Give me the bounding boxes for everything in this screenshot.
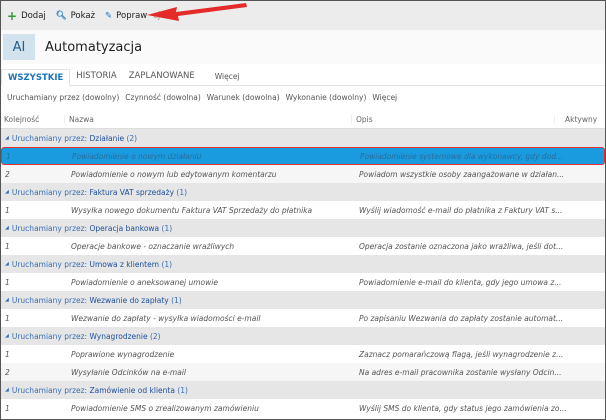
collapse-triangle-icon[interactable]: ◢ <box>5 135 9 141</box>
group-header[interactable]: ◢ Uruchamiany przez: Operacja bankowa (1) <box>1 219 605 237</box>
page-title: Automatyzacja <box>45 39 143 55</box>
show-button[interactable]: 🔍︎ Pokaż <box>56 11 95 21</box>
filter-bar: Uruchamiany przez (dowolny) Czynność (do… <box>1 86 605 108</box>
group-prefix: Uruchamiany przez: <box>11 295 88 305</box>
row-description: Po zapisaniu Wezwania do zapłaty zostani… <box>359 313 564 323</box>
group-prefix: Uruchamiany przez: <box>11 385 88 395</box>
row-name: Powiadomienie o nowym lub edytowanym kom… <box>71 169 277 179</box>
module-badge: AI <box>3 34 35 60</box>
filter-execution[interactable]: Wykonanie (dowolny) <box>286 93 367 102</box>
table-row[interactable]: 2 Powiadomienie o nowym lub edytowanym ko… <box>1 165 605 183</box>
collapse-triangle-icon[interactable]: ◢ <box>5 261 9 267</box>
group-header[interactable]: ◢ Uruchamiany przez: Działanie (2) <box>1 129 605 147</box>
group-name: Faktura VAT sprzedaży <box>89 187 175 197</box>
row-description: Zaznacz pomarańczową flagą, jeśli wynagr… <box>359 349 564 359</box>
plus-icon: + <box>7 8 18 23</box>
group-prefix: Uruchamiany przez: <box>11 187 88 197</box>
tab-history[interactable]: HISTORIA <box>70 68 122 85</box>
group-header[interactable]: ◢ Uruchamiany przez: Zamówienie od klient… <box>1 381 605 399</box>
row-description: Powiadomienie e-mail do klienta, gdy jeg… <box>359 277 562 287</box>
row-description: Operacja zostanie oznaczona jako wrażliw… <box>359 241 564 251</box>
collapse-triangle-icon[interactable]: ◢ <box>5 189 9 195</box>
table-row[interactable]: 1 Operacje bankowe - oznaczanie wrażliwyc… <box>1 237 605 255</box>
col-name[interactable]: Nazwa <box>64 115 351 124</box>
actions-button[interactable]: cje <box>153 11 165 21</box>
page-header: AI Automatyzacja <box>1 30 605 64</box>
tabs: WSZYSTKIE HISTORIA ZAPLANOWANE Więcej <box>1 68 605 86</box>
edit-button[interactable]: ✎ Popraw <box>105 11 147 21</box>
tab-scheduled[interactable]: ZAPLANOWANE <box>123 68 201 85</box>
row-description: Wyślij wiadomość e-mail do płatnika z Fa… <box>359 205 563 215</box>
row-description: Powiadom wszystkie osoby zaangażowane w … <box>359 169 565 179</box>
group-name: Zamówienie od klienta <box>89 385 175 395</box>
row-description: Powiadomienie systemowe dla wykonawcy, g… <box>360 151 564 161</box>
collapse-triangle-icon[interactable]: ◢ <box>5 297 9 303</box>
group-header[interactable]: ◢ Uruchamiany przez: Wynagrodzenie (2) <box>1 327 605 345</box>
filter-triggered-by[interactable]: Uruchamiany przez (dowolny) <box>7 93 119 102</box>
group-name: Działanie <box>89 133 125 143</box>
row-name: Wysyłka nowego dokumentu Faktura VAT Spr… <box>71 205 313 215</box>
table-row[interactable]: 1 Powiadomienie o nowym działaniu Powiadom… <box>1 147 605 165</box>
filter-action[interactable]: Czynność (dowolna) <box>125 93 200 102</box>
table-row[interactable]: 1 Poprawione wynagrodzenie Zaznacz pomarań… <box>1 345 605 363</box>
filter-condition[interactable]: Warunek (dowolna) <box>207 93 280 102</box>
group-count: (1) <box>171 295 182 305</box>
group-count: (1) <box>161 259 173 269</box>
collapse-triangle-icon[interactable]: ◢ <box>5 225 9 231</box>
tab-all[interactable]: WSZYSTKIE <box>1 69 71 86</box>
col-order[interactable]: Kolejność <box>1 115 64 124</box>
group-prefix: Uruchamiany przez: <box>11 259 88 269</box>
table-header: Kolejność Nazwa Opis Aktywny <box>1 111 605 129</box>
row-description: Wyślij SMS do klienta, gdy status jego z… <box>359 403 567 413</box>
table-row[interactable]: 2 Wysyłanie Odcinków na e-mail Na adres e-… <box>1 363 605 381</box>
group-header[interactable]: ◢ Uruchamiany przez: Faktura VAT sprzedaż… <box>1 183 605 201</box>
group-count: (2) <box>149 331 161 341</box>
group-prefix: Uruchamiany przez: <box>11 331 88 341</box>
row-description: Na adres e-mail pracownika zostanie wysł… <box>359 367 562 377</box>
col-description[interactable]: Opis <box>351 115 554 124</box>
row-name: Powiadomienie o nowym działaniu <box>72 151 202 161</box>
table-row[interactable]: 1 Powiadomienie o aneksowanej umowie Powia… <box>1 273 605 291</box>
table-row[interactable]: 1 Powiadomienie SMS o zrealizowanym zamów… <box>1 399 605 417</box>
search-icon: 🔍︎ <box>55 10 67 21</box>
row-name: Poprawione wynagrodzenie <box>71 349 175 359</box>
brush-icon: ✎ <box>105 10 113 21</box>
group-name: Umowa z klientem <box>89 259 160 269</box>
toolbar: + Dodaj 🔍︎ Pokaż ✎ Popraw cje <box>1 1 605 30</box>
group-name: Operacja bankowa <box>89 223 160 233</box>
row-name: Wezwanie do zapłaty - wysyłka wiadomości… <box>71 313 261 323</box>
row-name: Operacje bankowe - oznaczanie wrażliwych <box>71 241 235 251</box>
row-name: Wysyłanie Odcinków na e-mail <box>71 367 186 377</box>
group-count: (1) <box>177 385 188 395</box>
group-name: Wezwanie do zapłaty <box>89 295 169 305</box>
row-name: Powiadomienie o aneksowanej umowie <box>71 277 218 287</box>
collapse-triangle-icon[interactable]: ◢ <box>5 333 9 339</box>
tab-more[interactable]: Więcej <box>209 68 246 85</box>
group-name: Wynagrodzenie <box>89 331 148 341</box>
group-header[interactable]: ◢ Uruchamiany przez: Wezwanie do zapłaty … <box>1 291 605 309</box>
row-name: Powiadomienie SMS o zrealizowanym zamówi… <box>71 403 259 413</box>
filter-more[interactable]: Więcej <box>372 93 397 102</box>
group-header[interactable]: ◢ Uruchamiany przez: Umowa z klientem (1) <box>1 255 605 273</box>
group-count: (1) <box>176 187 188 197</box>
collapse-triangle-icon[interactable]: ◢ <box>5 387 9 393</box>
table-row[interactable]: 1 Wysyłka nowego dokumentu Faktura VAT Sp… <box>1 201 605 219</box>
col-active[interactable]: Aktywny <box>554 115 605 124</box>
group-count: (1) <box>161 223 173 233</box>
add-button[interactable]: + Dodaj <box>7 9 46 23</box>
group-count: (2) <box>126 133 138 143</box>
table-row[interactable]: 1 Wezwanie do zapłaty - wysyłka wiadomośc… <box>1 309 605 327</box>
automation-table: ◢ Uruchamiany przez: Działanie (2) 1 Powiad… <box>1 129 605 417</box>
group-prefix: Uruchamiany przez: <box>11 223 88 233</box>
group-prefix: Uruchamiany przez: <box>11 133 88 143</box>
